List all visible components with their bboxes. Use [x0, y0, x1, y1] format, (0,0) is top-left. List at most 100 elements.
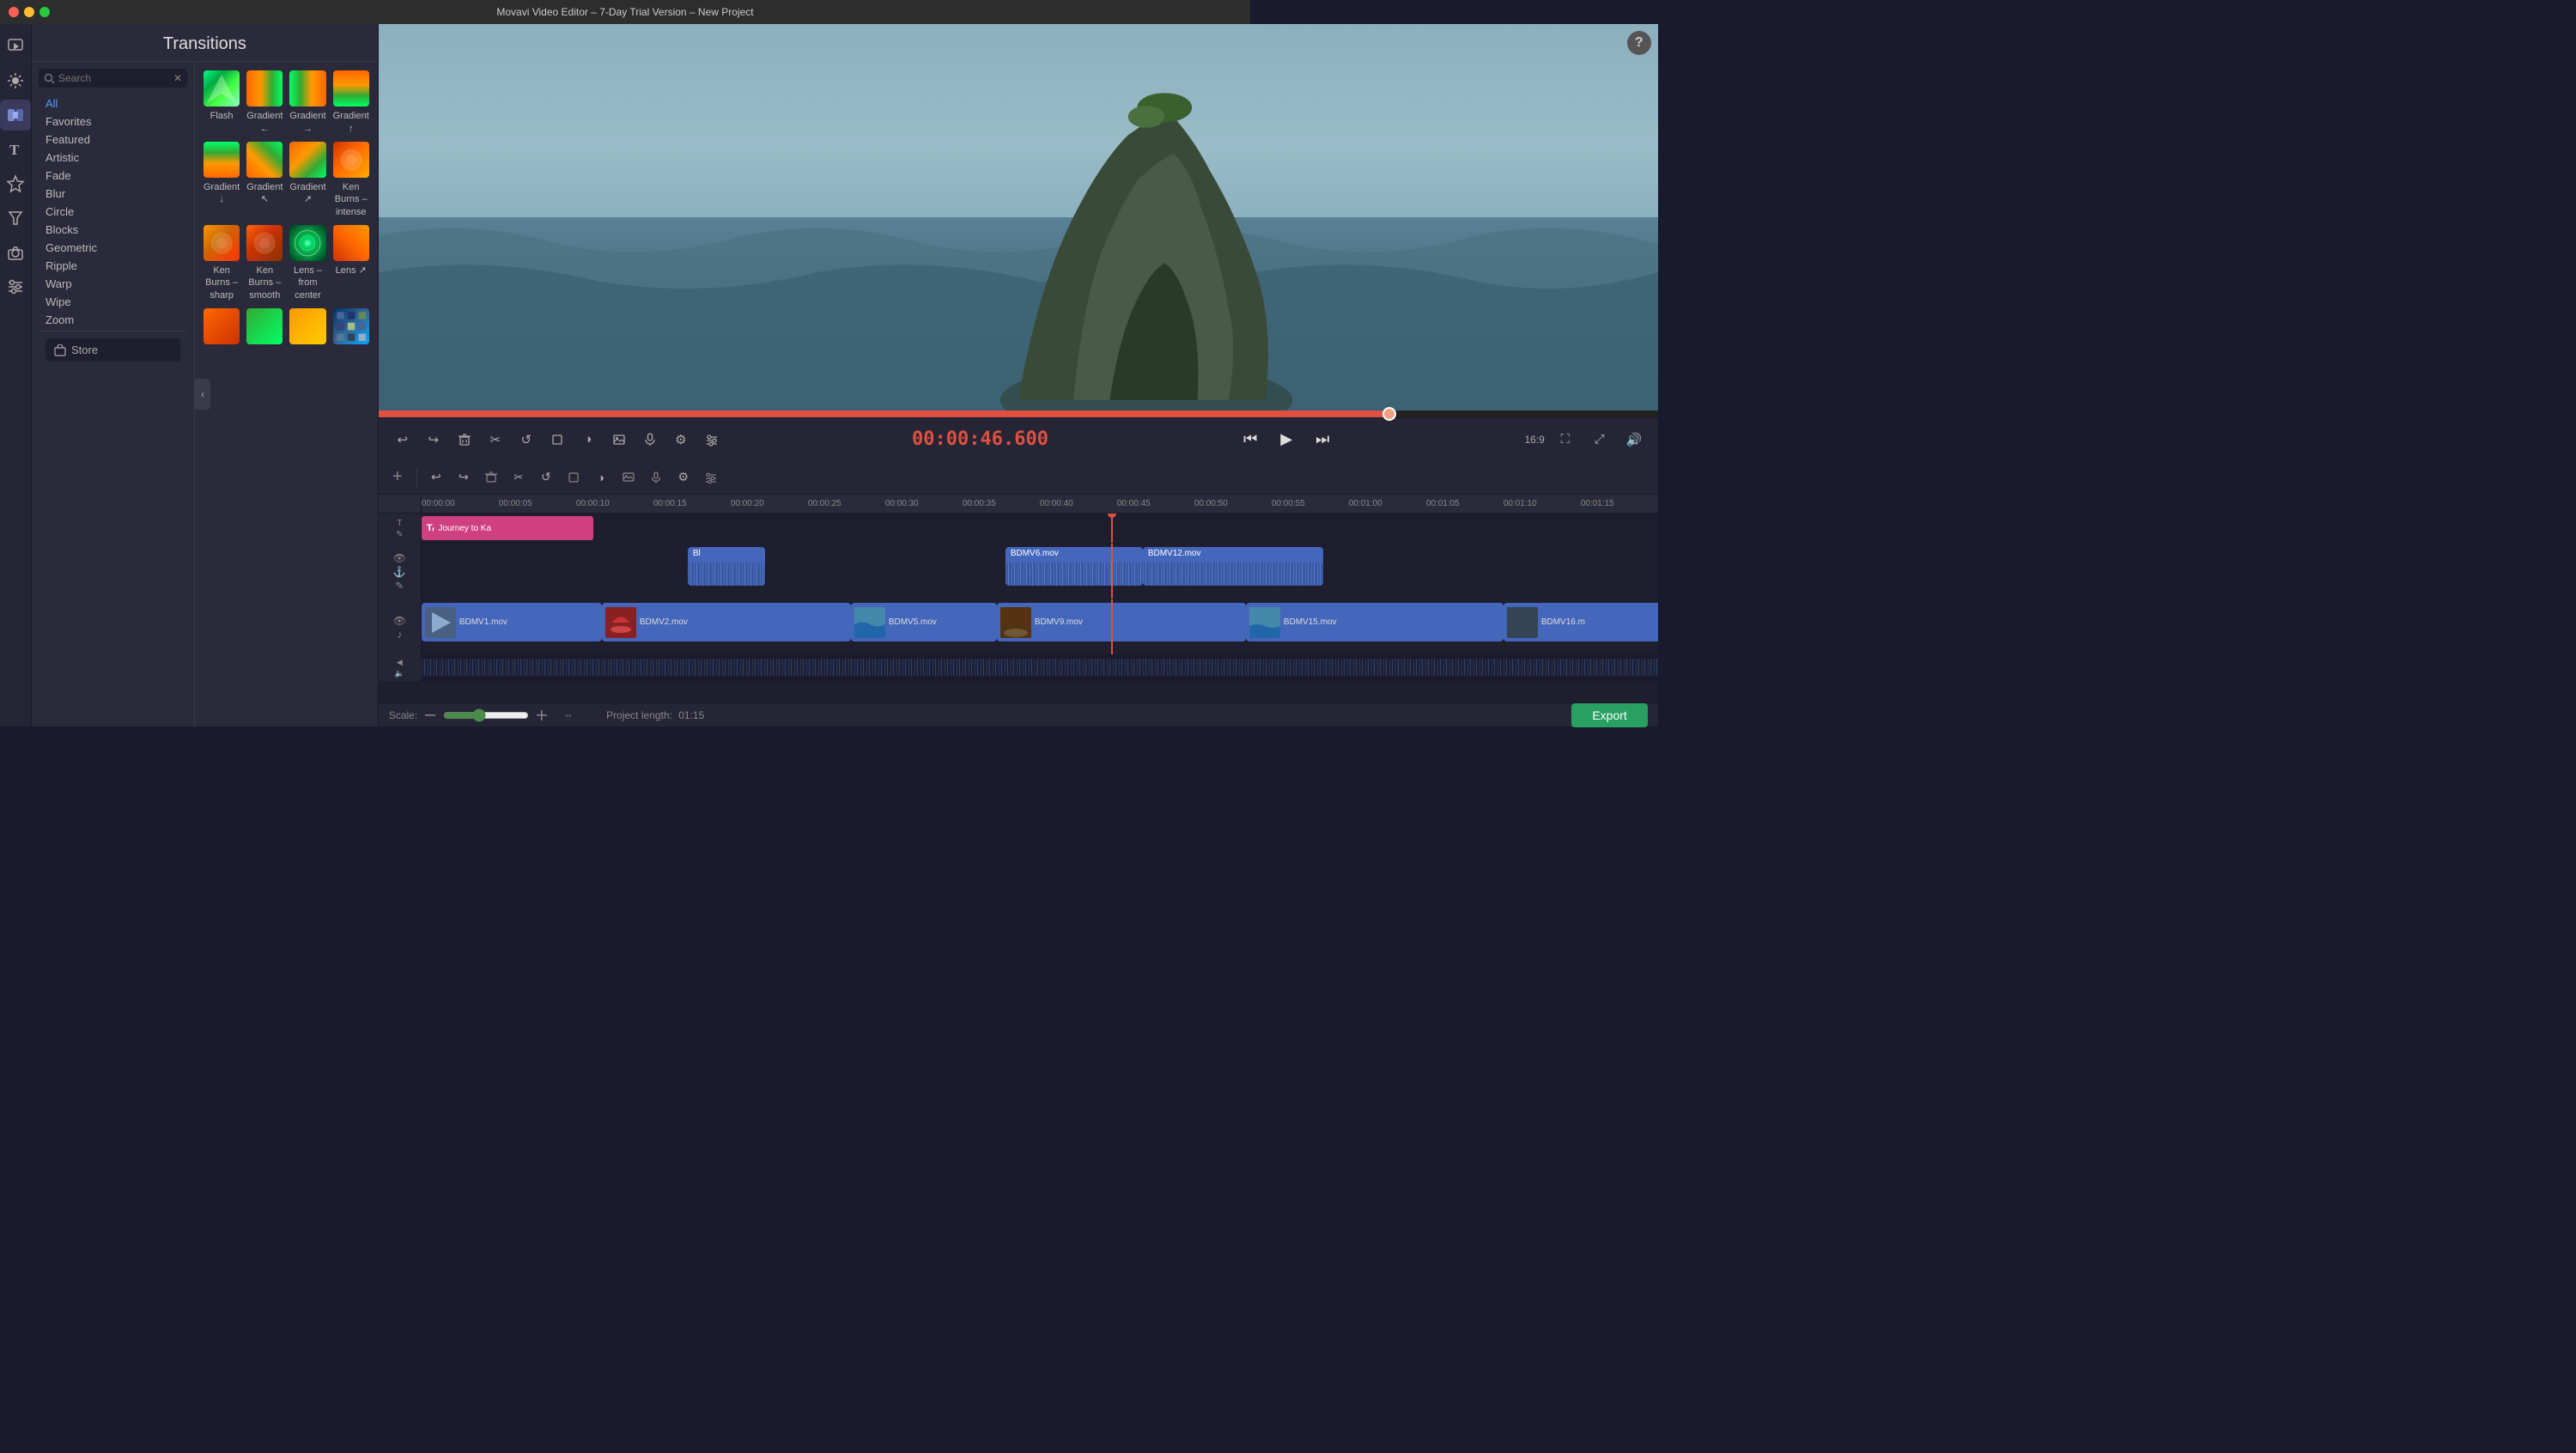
- transition-lens-diag[interactable]: Lens ↗: [333, 225, 369, 301]
- track3-eye-icon[interactable]: 👁: [393, 615, 406, 627]
- search-input[interactable]: [58, 72, 173, 84]
- category-item-zoom[interactable]: Zoom: [39, 311, 187, 329]
- tl-cut[interactable]: ✂: [507, 465, 531, 489]
- progress-thumb[interactable]: [1382, 407, 1396, 421]
- transition-gradient-diag1[interactable]: Gradient ↖: [246, 142, 283, 218]
- transition-ken-burns-intense[interactable]: Ken Burns – intense: [333, 142, 369, 218]
- eye-icon[interactable]: 👁: [393, 552, 406, 564]
- category-item-warp[interactable]: Warp: [39, 275, 187, 293]
- store-button[interactable]: Store: [46, 338, 180, 362]
- question-badge[interactable]: ?: [1627, 31, 1651, 55]
- category-item-fade[interactable]: Fade: [39, 167, 187, 185]
- close-button[interactable]: [9, 7, 19, 17]
- expand-button[interactable]: ⤢: [1586, 426, 1613, 453]
- transition-gradient-up[interactable]: Gradient ↑: [333, 70, 369, 135]
- media-icon[interactable]: [0, 31, 31, 62]
- transitions-icon[interactable]: [0, 100, 31, 131]
- transition-ken-burns-sharp[interactable]: Ken Burns – sharp: [204, 225, 240, 301]
- tl-rotate[interactable]: ↺: [534, 465, 558, 489]
- transition-gradient-left[interactable]: Gradient ←: [246, 70, 283, 135]
- category-item-blur[interactable]: Blur: [39, 185, 187, 203]
- category-item-circle[interactable]: Circle: [39, 203, 187, 221]
- audio-settings-button[interactable]: [698, 426, 726, 453]
- fit-timeline-button[interactable]: ⇔: [555, 702, 582, 729]
- add-track-button[interactable]: +: [386, 465, 410, 489]
- clip-bdmv6[interactable]: BDMV6.mov: [1005, 547, 1143, 586]
- transition-ken-burns-smooth[interactable]: Ken Burns – smooth: [246, 225, 283, 301]
- clip-bdmv5[interactable]: BDMV5.mov: [851, 603, 997, 641]
- clip-bdmv15[interactable]: BDMV15.mov: [1246, 603, 1504, 641]
- category-item-blocks[interactable]: Blocks: [39, 221, 187, 239]
- collapse-arrow[interactable]: ‹: [195, 379, 210, 410]
- tl-redo[interactable]: ↪: [452, 465, 476, 489]
- effects-icon[interactable]: [0, 65, 31, 96]
- window-controls[interactable]: [9, 7, 50, 17]
- category-item-geometric[interactable]: Geometric: [39, 239, 187, 257]
- tl-color[interactable]: ◑: [589, 465, 613, 489]
- mic-button[interactable]: [636, 426, 664, 453]
- volume-button[interactable]: 🔊: [1620, 426, 1648, 453]
- tl-img[interactable]: [617, 465, 641, 489]
- title-clip[interactable]: Tᵣ Journey to Ka: [422, 516, 593, 540]
- cut-button[interactable]: ✂: [482, 426, 509, 453]
- transition-row4a[interactable]: [204, 308, 240, 348]
- settings-button[interactable]: ⚙: [667, 426, 695, 453]
- stickers-icon[interactable]: [0, 168, 31, 199]
- minimize-button[interactable]: [24, 7, 34, 17]
- fullscreen-button[interactable]: ⛶: [1552, 426, 1579, 453]
- search-close-icon[interactable]: ✕: [173, 72, 182, 84]
- rotate-button[interactable]: ↺: [513, 426, 540, 453]
- transition-lens-center[interactable]: Lens – from center: [289, 225, 325, 301]
- lock-icon[interactable]: ⚓: [393, 566, 406, 578]
- maximize-button[interactable]: [39, 7, 50, 17]
- camera-icon[interactable]: [0, 237, 31, 268]
- track3-audio-icon[interactable]: ♪: [397, 629, 402, 641]
- color-button[interactable]: ◑: [574, 426, 602, 453]
- tl-undo[interactable]: ↩: [424, 465, 448, 489]
- transition-row4d[interactable]: [333, 308, 369, 348]
- ruler-mark: 00:00:00: [422, 499, 499, 508]
- prev-button[interactable]: ⏮: [1235, 424, 1266, 455]
- clip-bdmv9[interactable]: BDMV9.mov: [997, 603, 1246, 641]
- transition-flash[interactable]: Flash: [204, 70, 240, 135]
- crop-button[interactable]: [544, 426, 571, 453]
- category-item-featured[interactable]: Featured: [39, 131, 187, 149]
- export-button[interactable]: Export: [1571, 703, 1647, 727]
- tl-audio-settings[interactable]: [699, 465, 723, 489]
- text-icon[interactable]: T: [0, 134, 31, 165]
- transition-gradient-right[interactable]: Gradient →: [289, 70, 325, 135]
- undo-button[interactable]: ↩: [389, 426, 416, 453]
- category-item-favorites[interactable]: Favorites: [39, 112, 187, 131]
- audio-left-icon[interactable]: ◀: [397, 658, 403, 667]
- category-item-wipe[interactable]: Wipe: [39, 293, 187, 311]
- clip-bdmv2[interactable]: BDMV2.mov: [602, 603, 851, 641]
- clip-bdmv12[interactable]: BDMV12.mov: [1143, 547, 1323, 586]
- category-item-all[interactable]: All: [39, 94, 187, 112]
- image-button[interactable]: [605, 426, 633, 453]
- tl-mic[interactable]: [644, 465, 668, 489]
- transition-gradient-diag2[interactable]: Gradient ↗: [289, 142, 325, 218]
- play-button[interactable]: ▶: [1271, 424, 1302, 455]
- tl-settings[interactable]: ⚙: [671, 465, 696, 489]
- equalizer-icon[interactable]: [0, 271, 31, 302]
- category-item-ripple[interactable]: Ripple: [39, 257, 187, 275]
- tl-delete[interactable]: [479, 465, 503, 489]
- transition-gradient-down[interactable]: Gradient ↓: [204, 142, 240, 218]
- transition-row4b[interactable]: [246, 308, 283, 348]
- next-button[interactable]: ⏭: [1307, 424, 1338, 455]
- edit-icon[interactable]: ✎: [395, 580, 404, 592]
- transition-row4c[interactable]: [289, 308, 325, 348]
- filter-icon[interactable]: [0, 203, 31, 234]
- redo-button[interactable]: ↪: [420, 426, 447, 453]
- progress-bar[interactable]: [379, 410, 1658, 417]
- scale-slider[interactable]: [443, 708, 529, 722]
- category-item-artistic[interactable]: Artistic: [39, 149, 187, 167]
- search-bar[interactable]: ✕: [39, 69, 187, 88]
- tl-crop[interactable]: [562, 465, 586, 489]
- clip-bdmv1[interactable]: BDMV1.mov: [422, 603, 602, 641]
- clip-bdmv16[interactable]: BDMV16.m: [1504, 603, 1658, 641]
- clip-bl[interactable]: Bl: [688, 547, 765, 586]
- audio-speaker-icon[interactable]: 🔈: [395, 669, 404, 678]
- delete-button[interactable]: [451, 426, 478, 453]
- playhead[interactable]: [1111, 514, 1113, 543]
